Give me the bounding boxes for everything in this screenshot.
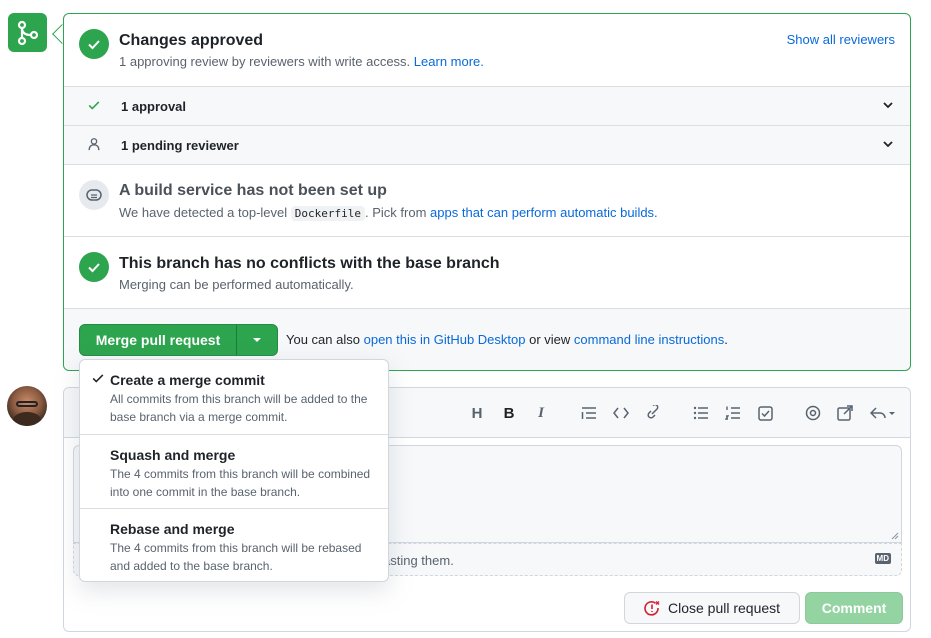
build-service-icon (79, 180, 109, 210)
command-line-link[interactable]: command line instructions (574, 332, 724, 347)
menu-item-title: Squash and merge (110, 447, 236, 463)
no-conflicts-check-icon (79, 252, 109, 282)
also-suffix: . (724, 332, 728, 347)
menu-item-title: Create a merge commit (110, 372, 265, 388)
build-sub-prefix: We have detected a top-level (119, 205, 288, 220)
task-list-icon[interactable] (756, 404, 774, 422)
attach-hint: asting them. (383, 553, 454, 568)
menu-item-description: All commits from this branch will be add… (110, 392, 368, 424)
selected-check-icon (92, 374, 104, 383)
merge-box: Changes approved 1 approving review by r… (63, 13, 911, 371)
dockerfile-code: Dockerfile (290, 206, 366, 221)
link-icon[interactable] (644, 404, 662, 422)
approvals-row[interactable]: 1 approval (64, 86, 910, 125)
check-icon (87, 98, 101, 115)
approved-subtitle-text: 1 approving review by reviewers with wri… (119, 54, 411, 69)
reference-icon[interactable] (836, 404, 854, 422)
show-all-reviewers-link[interactable]: Show all reviewers (787, 32, 895, 47)
build-service-subtitle: We have detected a top-level Dockerfile.… (119, 205, 658, 221)
approved-title: Changes approved (119, 32, 264, 49)
menu-item-title: Rebase and merge (110, 521, 235, 537)
italic-icon[interactable]: I (532, 404, 550, 422)
menu-item-create-merge-commit[interactable]: Create a merge commit All commits from t… (80, 360, 388, 434)
resize-handle-icon[interactable] (891, 532, 899, 540)
close-pull-request-label: Close pull request (667, 600, 781, 616)
reply-icon[interactable] (870, 404, 896, 422)
close-pull-request-button[interactable]: Close pull request (624, 592, 800, 624)
quote-icon[interactable] (580, 404, 598, 422)
approved-check-icon (79, 29, 109, 59)
build-service-section: A build service has not been set up We h… (64, 164, 910, 236)
build-service-title: A build service has not been set up (119, 182, 387, 199)
menu-item-description: The 4 commits from this branch will be r… (110, 541, 362, 573)
approved-subtitle: 1 approving review by reviewers with wri… (119, 54, 484, 69)
chevron-down-icon[interactable] (882, 138, 894, 153)
merge-also-text: You can also open this in GitHub Desktop… (286, 332, 728, 347)
chevron-down-icon[interactable] (882, 99, 894, 114)
learn-more-link[interactable]: Learn more. (414, 54, 484, 69)
person-icon (87, 137, 101, 154)
merge-pull-request-button[interactable]: Merge pull request (80, 325, 237, 355)
code-icon[interactable] (612, 404, 630, 422)
menu-item-rebase-and-merge[interactable]: Rebase and merge The 4 commits from this… (80, 508, 388, 582)
heading-icon[interactable]: H (468, 404, 486, 422)
also-middle: or view (529, 332, 571, 347)
no-conflicts-title: This branch has no conflicts with the ba… (119, 255, 500, 272)
unordered-list-icon[interactable] (692, 404, 710, 422)
build-sub-middle: . Pick from (365, 205, 427, 220)
menu-item-squash-and-merge[interactable]: Squash and merge The 4 commits from this… (80, 434, 388, 508)
no-conflicts-subtitle: Merging can be performed automatically. (119, 277, 354, 292)
close-pr-icon (644, 601, 660, 616)
no-conflicts-section: This branch has no conflicts with the ba… (64, 236, 910, 308)
build-apps-link[interactable]: apps that can perform automatic builds. (430, 205, 658, 220)
approvals-label: 1 approval (121, 99, 187, 114)
mention-icon[interactable] (804, 404, 822, 422)
github-desktop-link[interactable]: open this in GitHub Desktop (364, 332, 526, 347)
markdown-icon: MD (874, 553, 891, 564)
menu-item-description: The 4 commits from this branch will be c… (110, 467, 371, 499)
comment-button[interactable]: Comment (805, 592, 903, 624)
caret-down-icon (253, 338, 261, 342)
pending-reviewer-row[interactable]: 1 pending reviewer (64, 125, 910, 164)
merge-icon (8, 13, 47, 52)
merge-button-group: Merge pull request (79, 324, 278, 356)
merge-method-dropdown-button[interactable] (237, 325, 277, 355)
bold-icon[interactable]: B (500, 404, 518, 422)
avatar[interactable] (7, 386, 47, 426)
merge-method-menu: Create a merge commit All commits from t… (79, 359, 389, 582)
ordered-list-icon[interactable] (724, 404, 742, 422)
pending-label: 1 pending reviewer (121, 138, 239, 153)
also-prefix: You can also (286, 332, 360, 347)
